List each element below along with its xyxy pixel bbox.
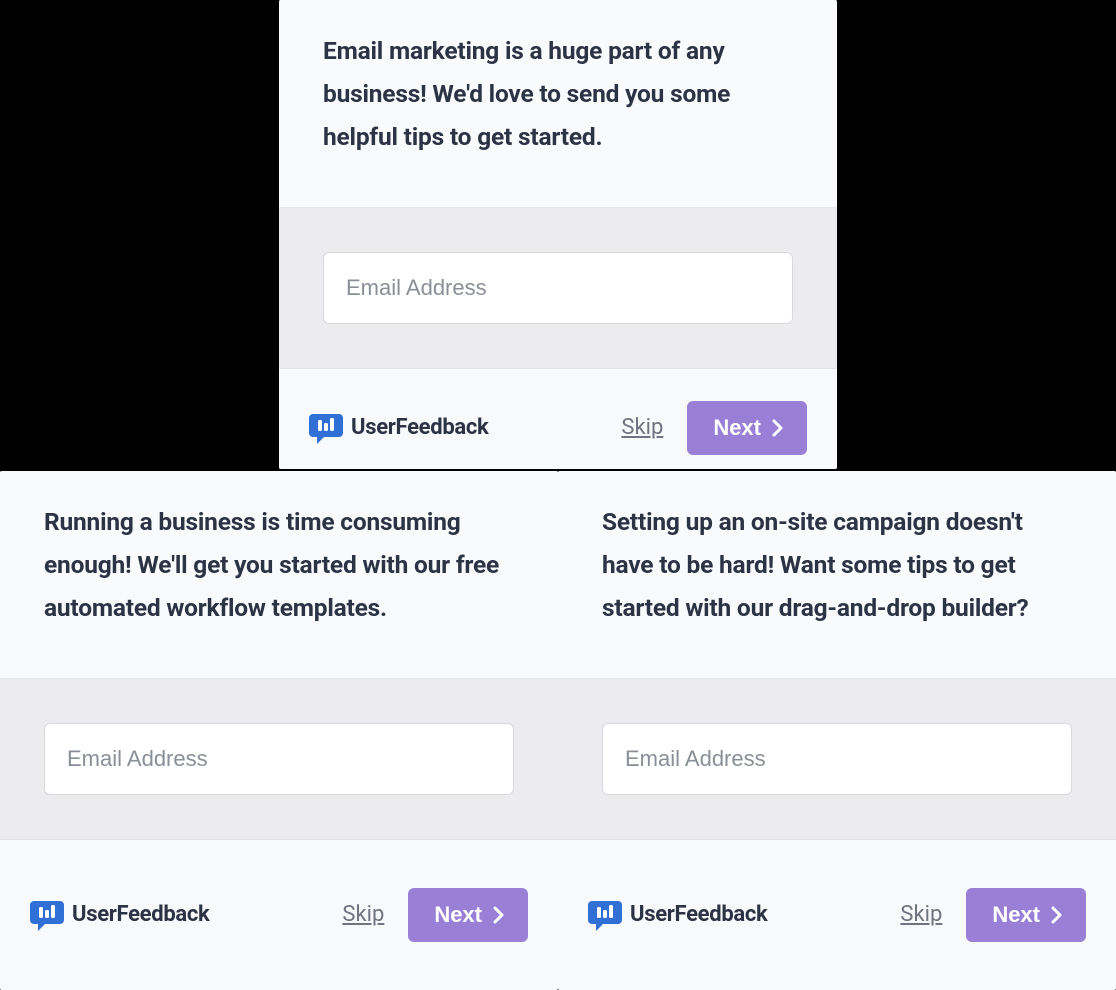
next-button-label: Next xyxy=(713,415,761,441)
footer-section: UserFeedback Skip Next xyxy=(558,840,1116,990)
footer-actions: Skip Next xyxy=(342,888,528,942)
footer-section: UserFeedback Skip Next xyxy=(279,369,837,469)
brand-name: UserFeedback xyxy=(630,902,768,927)
input-section xyxy=(279,208,837,369)
chat-bars-icon xyxy=(309,411,343,445)
footer-actions: Skip Next xyxy=(621,401,807,455)
brand: UserFeedback xyxy=(588,898,768,932)
email-input[interactable] xyxy=(602,723,1072,795)
feedback-card-right: Setting up an on-site campaign doesn't h… xyxy=(558,471,1116,990)
next-button[interactable]: Next xyxy=(408,888,528,942)
next-button[interactable]: Next xyxy=(687,401,807,455)
next-button-label: Next xyxy=(434,902,482,928)
skip-link[interactable]: Skip xyxy=(900,902,942,927)
footer-section: UserFeedback Skip Next xyxy=(0,840,558,990)
chevron-right-icon xyxy=(1050,906,1064,924)
brand: UserFeedback xyxy=(30,898,210,932)
chat-bars-icon xyxy=(588,898,622,932)
next-button-label: Next xyxy=(992,902,1040,928)
footer-actions: Skip Next xyxy=(900,888,1086,942)
chevron-right-icon xyxy=(771,419,785,437)
email-input[interactable] xyxy=(323,252,793,324)
brand-name: UserFeedback xyxy=(72,902,210,927)
brand-name: UserFeedback xyxy=(351,415,489,440)
card-heading: Email marketing is a huge part of any bu… xyxy=(323,30,793,159)
input-section xyxy=(558,679,1116,840)
skip-link[interactable]: Skip xyxy=(621,415,663,440)
input-section xyxy=(0,679,558,840)
heading-section: Email marketing is a huge part of any bu… xyxy=(279,0,837,208)
feedback-card-left: Running a business is time consuming eno… xyxy=(0,471,558,990)
chat-bars-icon xyxy=(30,898,64,932)
skip-link[interactable]: Skip xyxy=(342,902,384,927)
next-button[interactable]: Next xyxy=(966,888,1086,942)
email-input[interactable] xyxy=(44,723,514,795)
card-heading: Setting up an on-site campaign doesn't h… xyxy=(602,501,1072,630)
chevron-right-icon xyxy=(492,906,506,924)
heading-section: Running a business is time consuming eno… xyxy=(0,471,558,679)
feedback-card-top: Email marketing is a huge part of any bu… xyxy=(279,0,837,469)
brand: UserFeedback xyxy=(309,411,489,445)
heading-section: Setting up an on-site campaign doesn't h… xyxy=(558,471,1116,679)
card-heading: Running a business is time consuming eno… xyxy=(44,501,514,630)
